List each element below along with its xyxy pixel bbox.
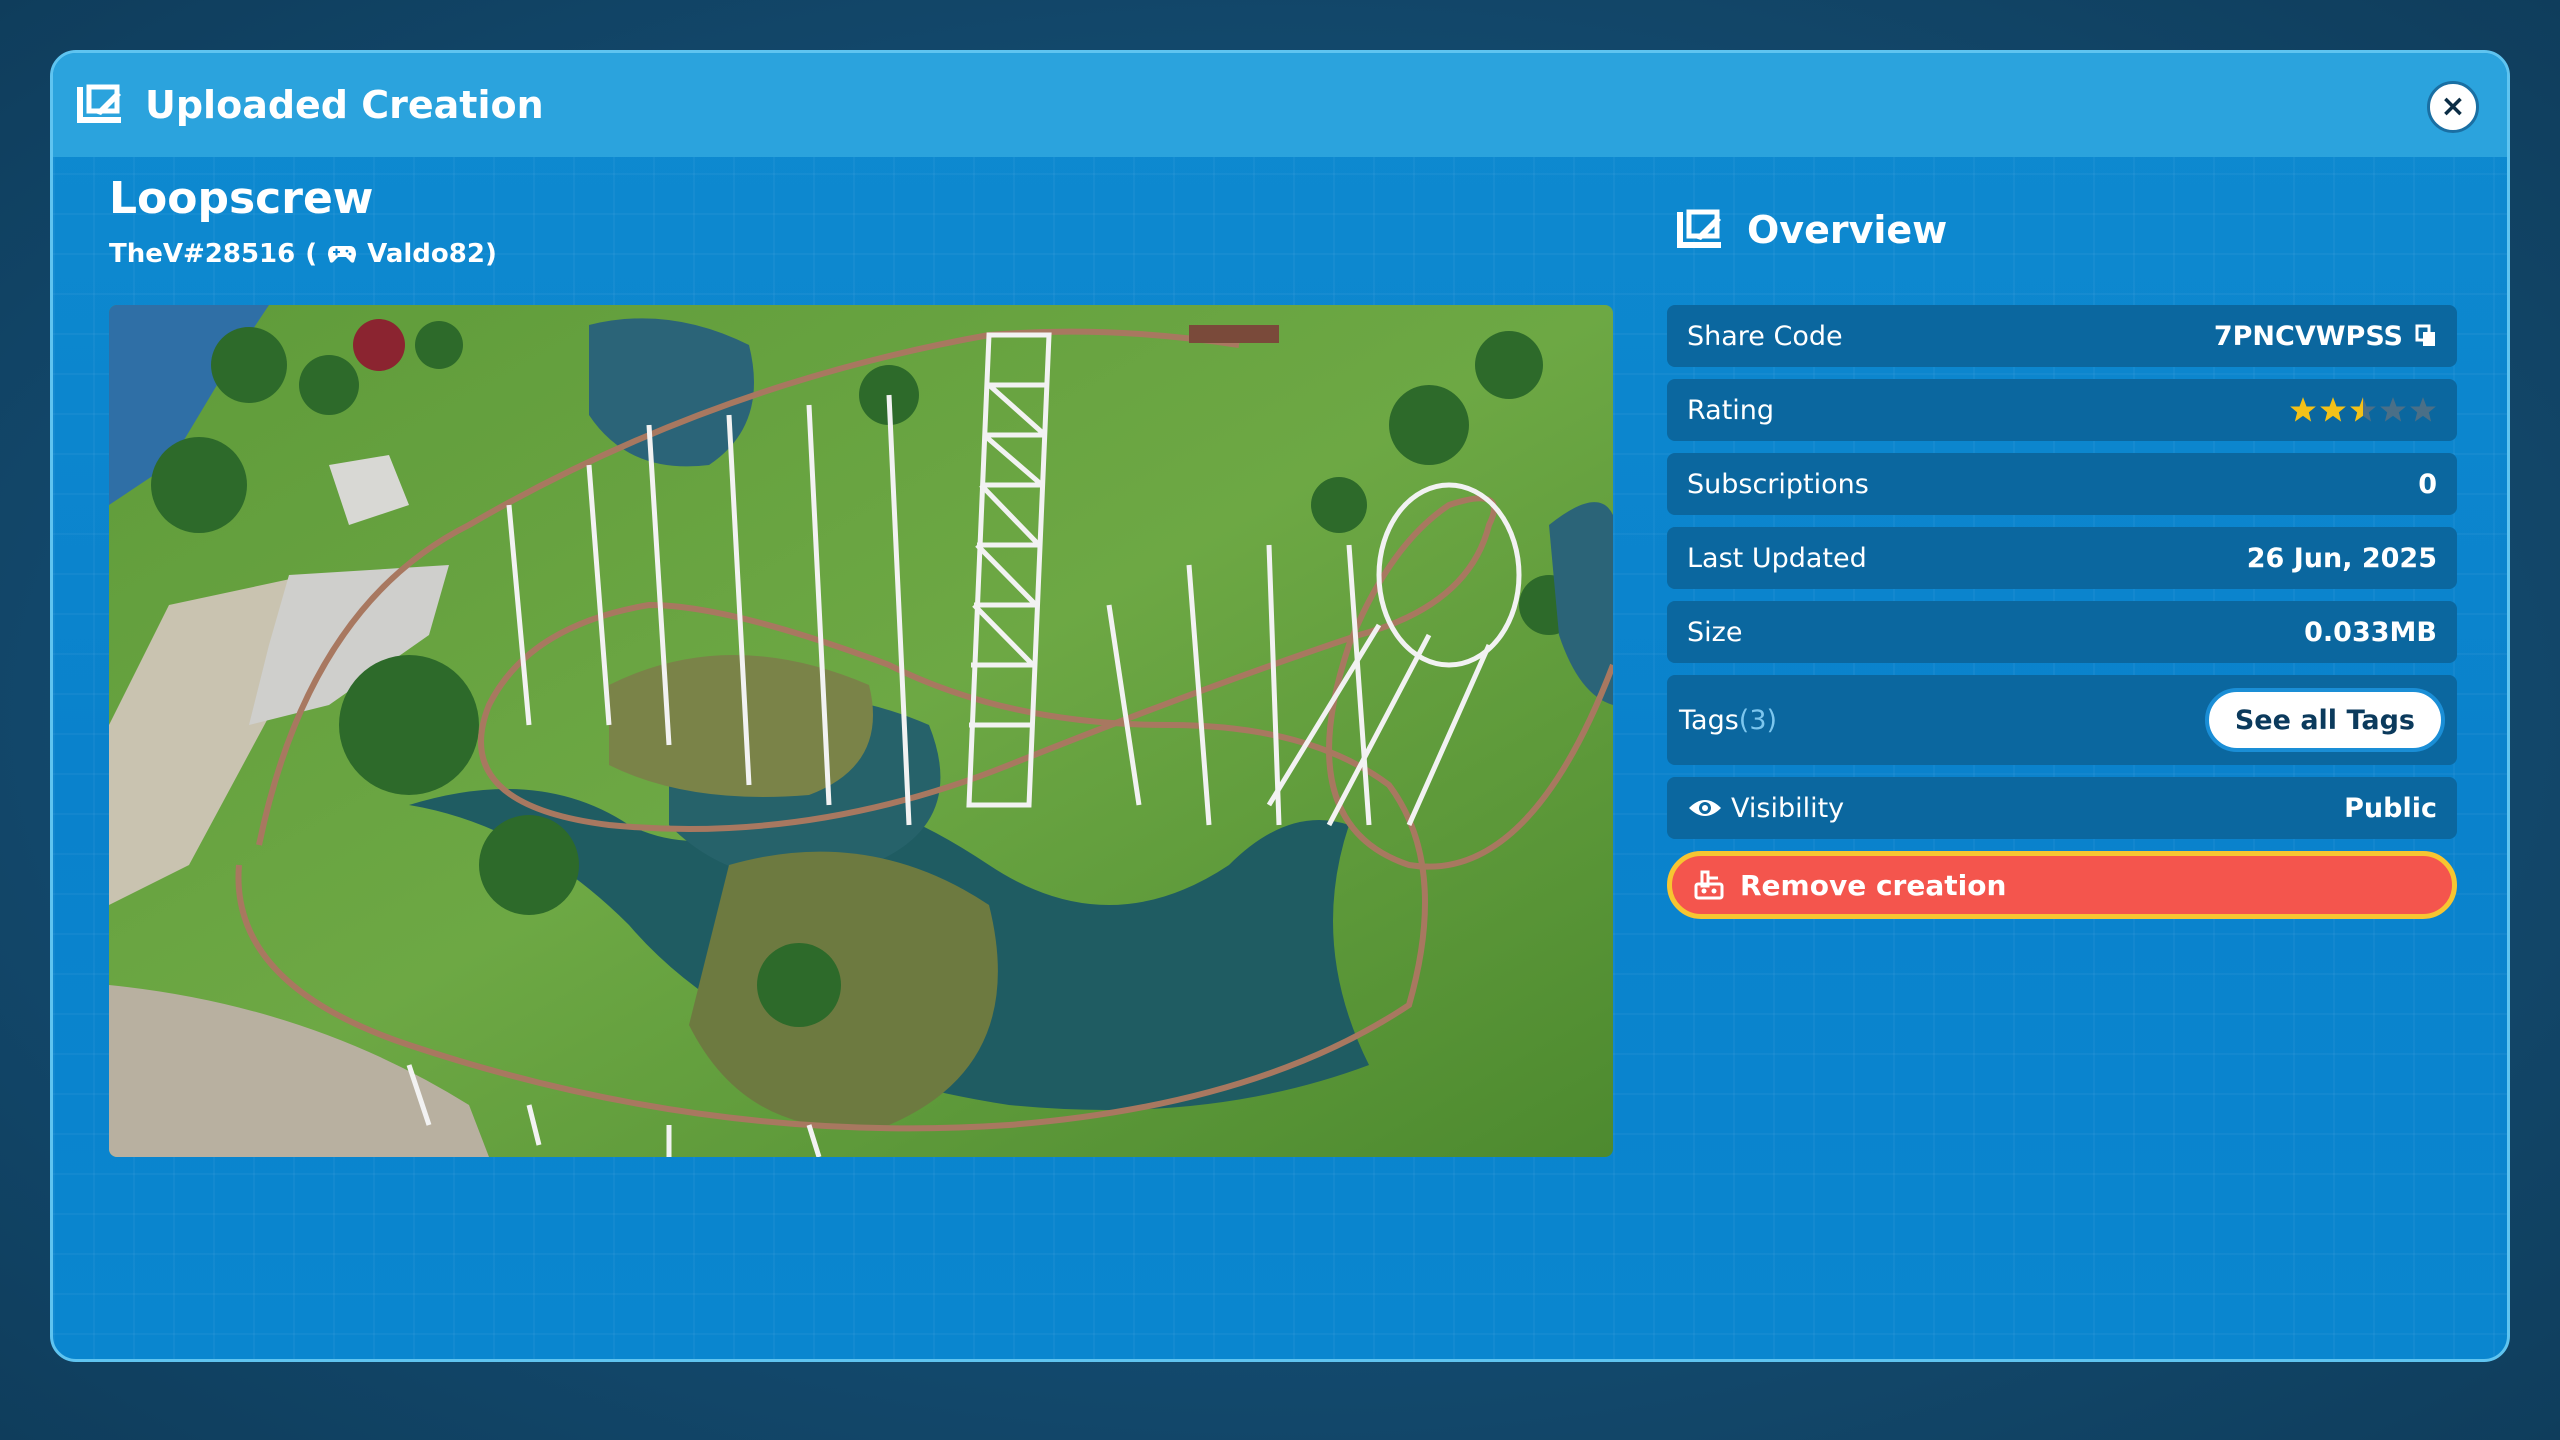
star-empty-icon [2380,397,2406,422]
subscriptions-value: 0 [2418,468,2437,500]
star-empty-icon [2410,397,2436,422]
visibility-value: Public [2344,792,2437,824]
modal-titlebar: Uploaded Creation × [53,53,2507,157]
rating-row: Rating [1667,379,2457,441]
overview-title: Overview [1747,208,1948,252]
remove-icon [1694,870,1724,900]
tags-label: Tags [1679,704,1739,736]
last-updated-value: 26 Jun, 2025 [2246,542,2437,574]
creation-preview-image [109,305,1613,1157]
size-value: 0.033MB [2304,616,2437,648]
overview-details: Share Code 7PNCVWPSS Rating Subscription… [1667,305,2457,919]
size-label: Size [1687,616,1743,648]
share-code-label: Share Code [1687,320,1843,352]
visibility-label-group: Visibility [1687,793,1844,824]
see-all-tags-button[interactable]: See all Tags [2204,688,2445,752]
visibility-label: Visibility [1731,792,1845,824]
remove-creation-button[interactable]: Remove creation [1667,851,2457,919]
creation-name: Loopscrew [109,173,374,224]
eye-icon [1689,800,1721,816]
subscriptions-row: Subscriptions 0 [1667,453,2457,515]
last-updated-label: Last Updated [1687,542,1867,574]
close-button[interactable]: × [2427,81,2479,133]
tags-row: Tags(3) See all Tags [1667,675,2457,765]
overview-icon [1677,209,1721,248]
star-icon [2320,397,2346,422]
creator-info: TheV#28516 ( Valdo82) [109,239,497,269]
tags-count: (3) [1738,704,1778,736]
last-updated-row: Last Updated 26 Jun, 2025 [1667,527,2457,589]
star-icon [2290,397,2316,422]
creator-paren: ( [305,239,318,269]
share-code-row: Share Code 7PNCVWPSS [1667,305,2457,367]
close-icon: × [2440,89,2466,124]
tags-label-group: Tags(3) [1679,705,1777,736]
subscriptions-label: Subscriptions [1687,468,1869,500]
remove-creation-label: Remove creation [1740,868,2007,902]
star-half-icon [2350,397,2376,422]
creator-platform-name: Valdo82) [367,239,497,269]
rating-stars [2289,396,2437,424]
overview-heading: Overview [1673,208,1947,252]
visibility-row: Visibility Public [1667,777,2457,839]
size-row: Size 0.033MB [1667,601,2457,663]
uploaded-creation-modal: Uploaded Creation × Loopscrew TheV#28516… [50,50,2510,1362]
share-code-value-group: 7PNCVWPSS [2214,321,2437,352]
copy-icon[interactable] [2415,324,2437,348]
rating-label: Rating [1687,394,1775,426]
modal-title: Uploaded Creation [145,83,544,127]
creation-icon [77,84,121,123]
creator-id: TheV#28516 [109,239,296,269]
share-code-value: 7PNCVWPSS [2213,320,2403,352]
gamepad-icon [328,246,357,263]
